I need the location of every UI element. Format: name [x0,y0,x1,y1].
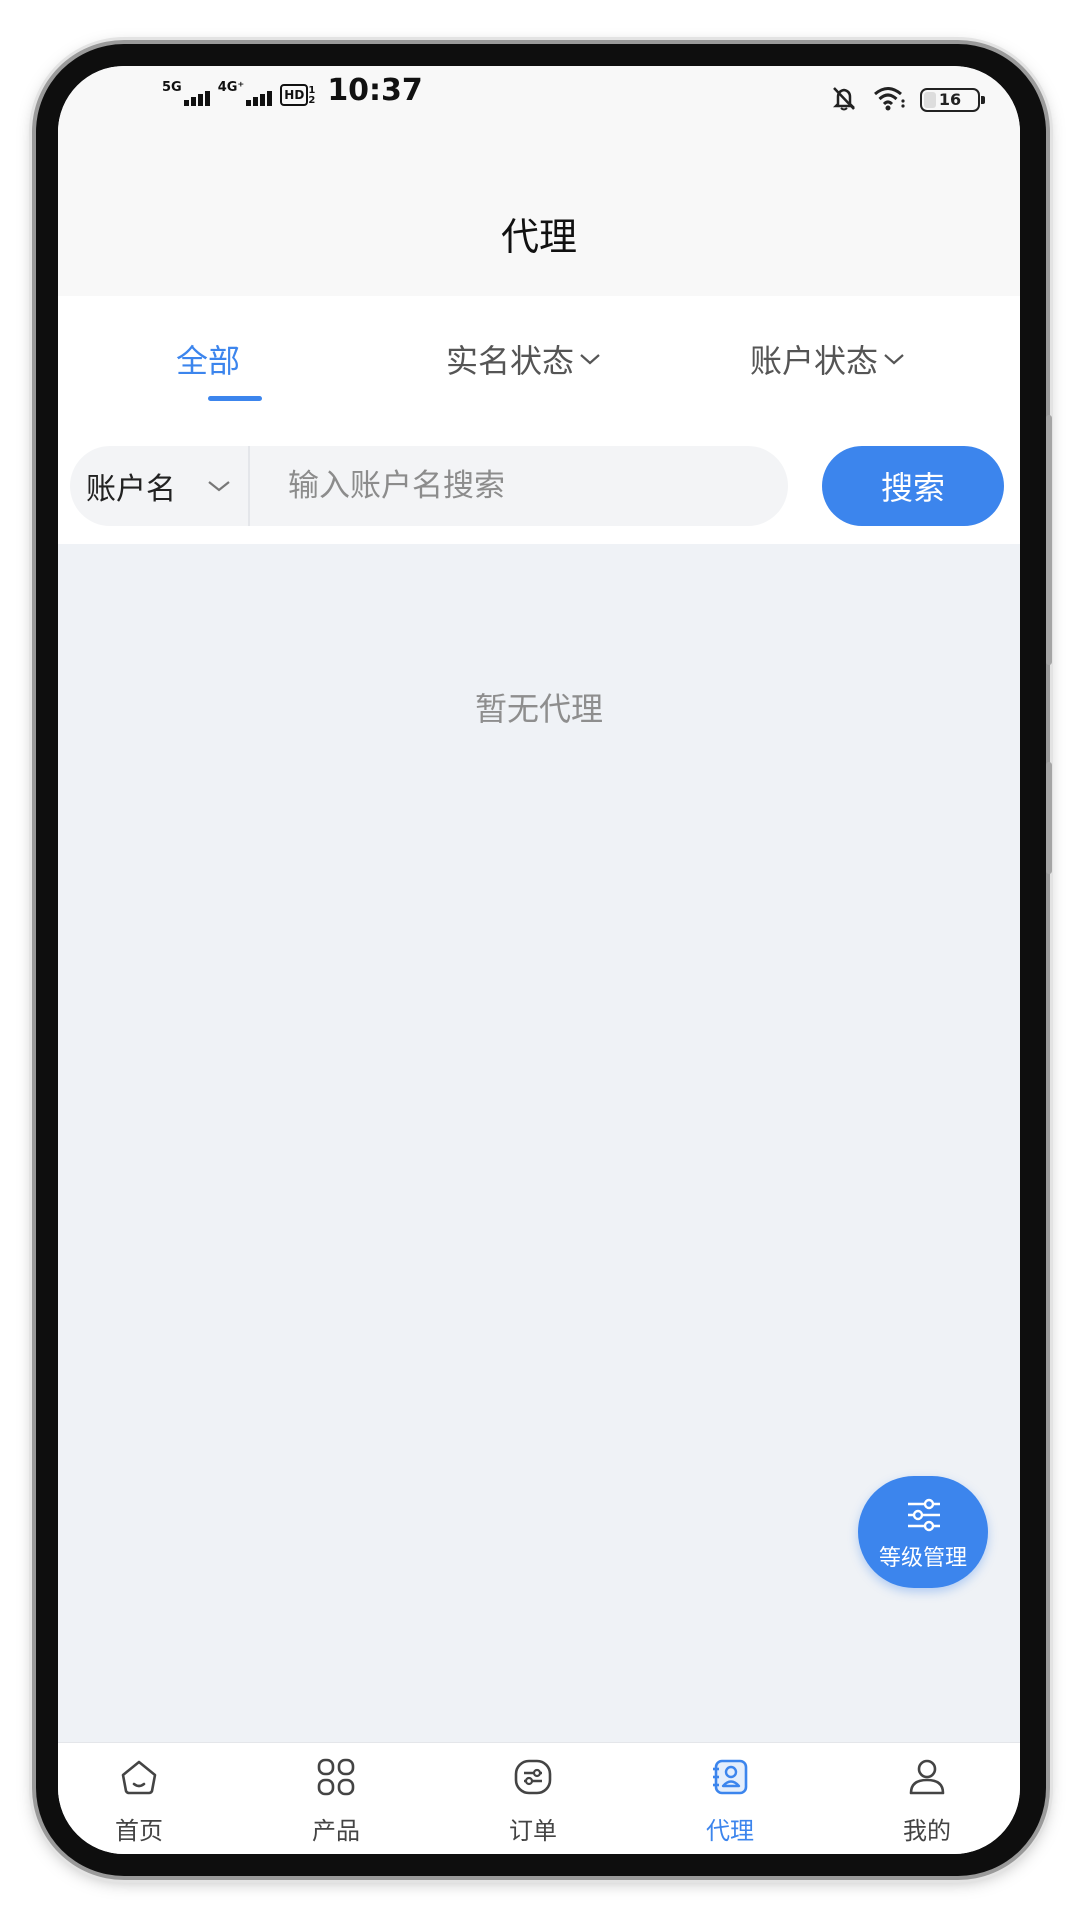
status-time: 10:37 [327,73,423,108]
nav-item-products[interactable]: 产品 [276,1743,396,1854]
order-icon [514,1759,552,1795]
status-bar: 5G 4G⁺ HD 12 10:37 16 [58,66,1020,166]
signal-4g-icon: 4G⁺ [218,76,273,106]
search-box: 账户名 [70,446,788,526]
search-row: 账户名 搜索 [58,420,1020,544]
nav-item-mine[interactable]: 我的 [867,1743,987,1854]
mute-icon [830,84,858,116]
active-tab-indicator [208,396,262,401]
agent-icon [713,1759,748,1795]
page-header: 代理 [58,166,1020,296]
power-button [1046,762,1052,874]
screen: 5G 4G⁺ HD 12 10:37 16 代理 全部 实名状态 账户状态 账户… [58,66,1020,1854]
filter-tabs: 全部 实名状态 账户状态 [58,296,1020,421]
chevron-down-icon [580,354,600,365]
battery-icon: 16 [920,88,985,112]
volume-button [1046,415,1052,665]
search-button[interactable]: 搜索 [822,446,1004,526]
user-icon [909,1759,945,1795]
search-field-select[interactable]: 账户名 [70,446,250,526]
grid-icon [317,1758,355,1796]
hd-voice-icon: HD [280,84,309,106]
bottom-nav: 首页 产品 订单 代理 我的 [58,1742,1020,1854]
signal-5g-icon: 5G [162,76,210,106]
tab-all[interactable]: 全部 [176,336,240,382]
tab-realname-status[interactable]: 实名状态 [446,336,602,382]
chevron-down-icon [884,354,904,365]
nav-item-orders[interactable]: 订单 [473,1743,593,1854]
chevron-down-icon [208,481,230,492]
wifi-icon [872,84,906,116]
tab-account-status[interactable]: 账户状态 [750,336,906,382]
home-icon [121,1760,157,1795]
page-title: 代理 [500,215,577,259]
nav-item-agents[interactable]: 代理 [670,1743,790,1854]
nav-item-home[interactable]: 首页 [79,1743,199,1854]
level-management-button[interactable]: 等级管理 [858,1476,988,1588]
empty-state-text: 暂无代理 [474,690,603,728]
sliders-icon [908,1498,940,1532]
search-input[interactable] [250,467,788,505]
